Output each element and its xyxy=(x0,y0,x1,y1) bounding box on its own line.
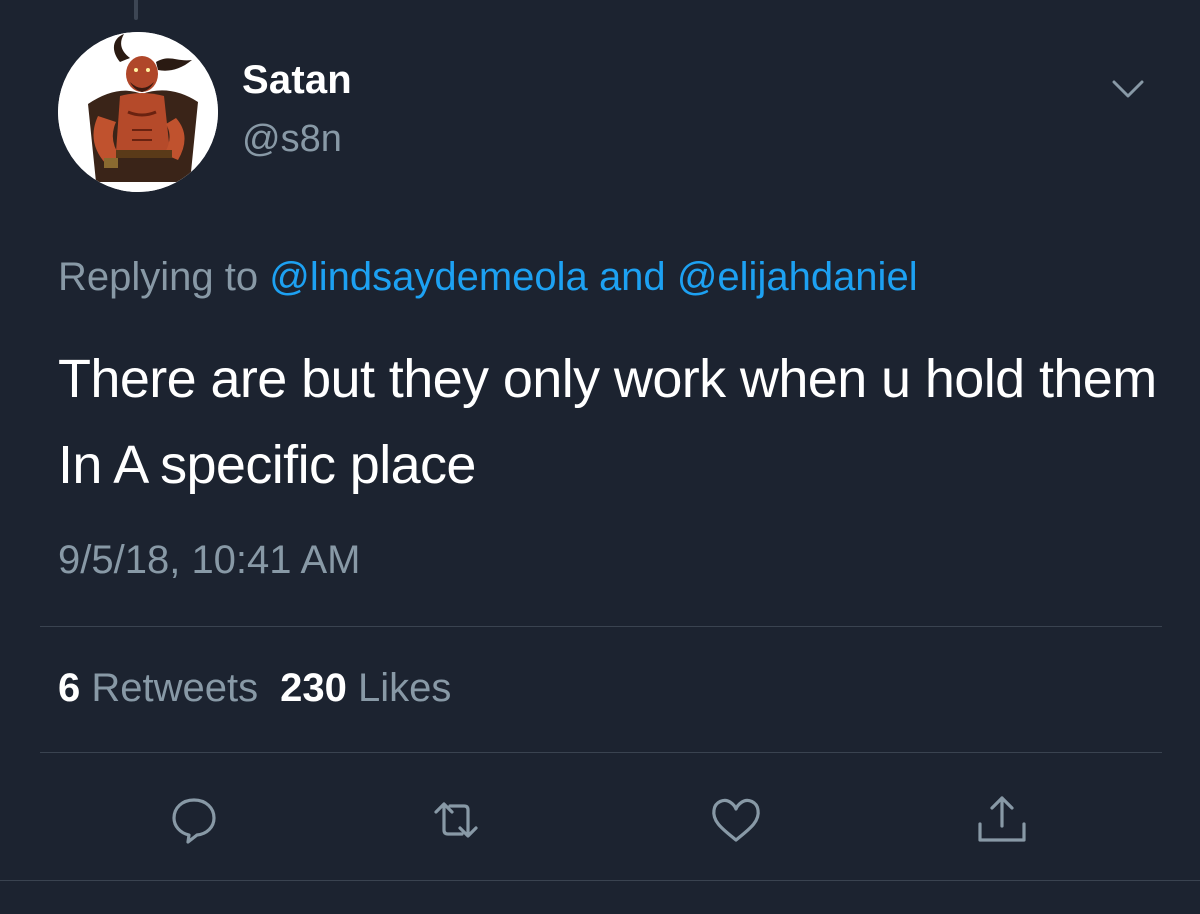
user-handle[interactable]: @s8n xyxy=(242,118,342,161)
chevron-down-icon[interactable] xyxy=(1108,74,1148,104)
share-icon[interactable] xyxy=(972,790,1032,850)
reply-icon[interactable] xyxy=(164,790,224,850)
tweet-detail-view: Satan @s8n Replying to @lindsaydemeola a… xyxy=(0,0,1200,914)
mention-link[interactable]: @elijahdaniel xyxy=(677,255,918,299)
retweet-count-link[interactable]: 6 Retweets xyxy=(58,666,258,710)
divider xyxy=(0,880,1200,881)
mention-link[interactable]: @lindsaydemeola xyxy=(269,255,588,299)
likes-count-link[interactable]: 230 Likes xyxy=(280,666,451,710)
divider xyxy=(40,752,1162,753)
retweet-icon[interactable] xyxy=(426,790,486,850)
heart-icon[interactable] xyxy=(706,790,766,850)
avatar[interactable] xyxy=(58,32,218,192)
avatar-devil-image xyxy=(58,32,218,192)
retweets-count: 6 xyxy=(58,666,81,710)
divider xyxy=(40,626,1162,627)
thread-connector-line xyxy=(134,0,138,20)
retweets-label: Retweets xyxy=(91,666,259,710)
engagement-stats: 6 Retweets 230 Likes xyxy=(58,666,451,711)
tweet-text: There are but they only work when u hold… xyxy=(58,349,1157,495)
likes-count: 230 xyxy=(280,666,347,710)
likes-label: Likes xyxy=(358,666,452,710)
replying-conjunction[interactable]: and xyxy=(599,255,666,299)
replying-prefix: Replying to xyxy=(58,255,259,299)
replying-to-line: Replying to @lindsaydemeola and @elijahd… xyxy=(58,255,918,300)
tweet-timestamp[interactable]: 9/5/18, 10:41 AM xyxy=(58,538,360,583)
display-name[interactable]: Satan xyxy=(242,58,352,103)
